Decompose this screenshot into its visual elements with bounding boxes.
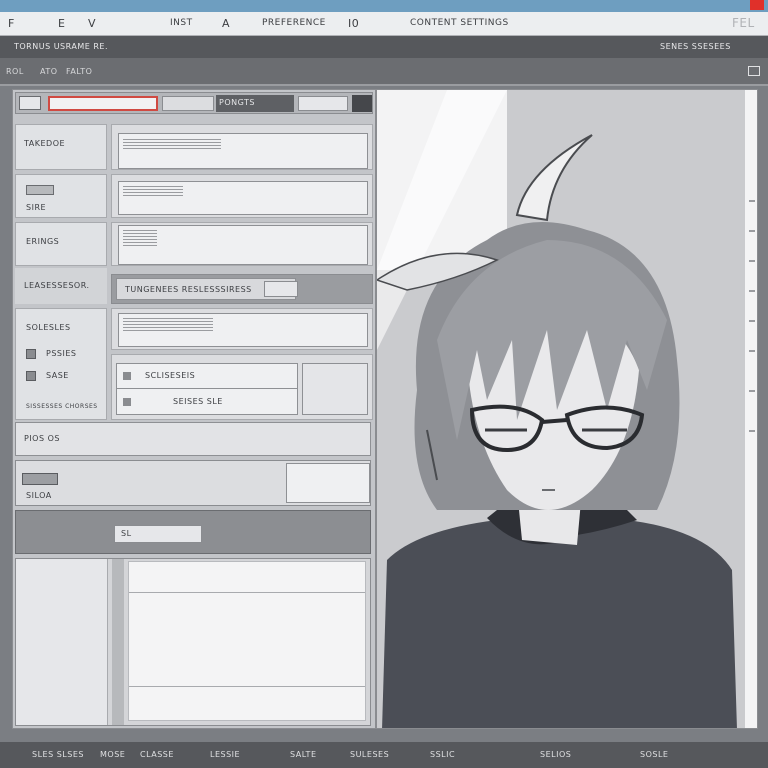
checkbox[interactable] <box>26 371 36 381</box>
image-viewer[interactable] <box>376 89 758 729</box>
document-status: SENES SSESEES <box>660 42 731 51</box>
form-row-label: SIRE <box>15 174 107 218</box>
form-row-field-area <box>111 174 373 218</box>
status-row: SILOA <box>15 460 371 506</box>
status-bar: SLES SLSES MOSE CLASSE LESSIE SALTE SULE… <box>0 742 768 768</box>
menu-item-content-settings[interactable]: CONTENT SETTINGS <box>410 18 509 28</box>
status-item[interactable]: SELIOS <box>540 750 571 759</box>
form-row-label: ERINGS <box>15 222 107 266</box>
field-text-lines <box>123 186 183 198</box>
status-item[interactable]: SLES SLSES <box>32 750 84 759</box>
option-checkbox[interactable] <box>123 372 131 380</box>
window-titlebar <box>0 0 768 12</box>
toolbar: ROL ATO FALTO <box>0 58 768 86</box>
search-input[interactable] <box>48 96 158 111</box>
form-row-label: TAKEDOE <box>15 124 107 170</box>
option-row[interactable]: SEISES SLE <box>117 390 297 415</box>
document-title: TORNUS USRAME RE. <box>14 42 108 51</box>
form-row-field-area <box>111 308 373 350</box>
menu-right-label: FEL <box>732 16 755 30</box>
option-row[interactable]: SCLISESEIS <box>117 364 297 389</box>
field-text-lines <box>123 139 221 151</box>
status-item[interactable]: SOSLE <box>640 750 668 759</box>
character-illustration <box>377 90 757 728</box>
close-button[interactable] <box>750 0 764 10</box>
menu-item-a[interactable]: A <box>222 17 230 30</box>
text-field[interactable] <box>118 181 368 215</box>
menu-bar: F E V INST A PREFERENCE I0 CONTENT SETTI… <box>0 12 768 36</box>
status-item[interactable]: SSLIC <box>430 750 455 759</box>
row-toggle[interactable] <box>26 185 54 195</box>
option-label: SCLISESEIS <box>145 371 196 380</box>
preview-canvas[interactable] <box>128 561 366 721</box>
document-title-strip: TORNUS USRAME RE. SENES SSESEES <box>0 36 768 58</box>
dropdown-button[interactable] <box>264 281 298 297</box>
menu-item-preference[interactable]: PREFERENCE <box>262 18 326 28</box>
text-field[interactable] <box>118 133 368 169</box>
status-item[interactable]: SULESES <box>350 750 389 759</box>
form-row-field-area <box>111 222 373 266</box>
menu-item-edit[interactable]: E <box>58 17 65 30</box>
option-label: SEISES SLE <box>173 397 223 406</box>
toolbar-button[interactable] <box>298 96 348 111</box>
preview-sidebar <box>16 559 108 725</box>
option-checkbox[interactable] <box>123 398 131 406</box>
section-label: PIOS OS <box>24 434 60 443</box>
points-display: PONGTS <box>216 95 294 112</box>
field-label: ERINGS <box>26 237 60 246</box>
strip-button[interactable]: SL <box>114 525 202 543</box>
option-preview <box>302 363 368 415</box>
status-item[interactable]: CLASSE <box>140 750 174 759</box>
group-label: SOLESLES <box>26 323 71 332</box>
points-label: PONGTS <box>219 98 255 107</box>
text-field[interactable] <box>118 313 368 347</box>
expand-icon[interactable] <box>748 66 760 76</box>
form-row-label-group: SOLESLES PSSIES SASE SISSESSES CHORSES <box>15 308 107 420</box>
properties-panel: PONGTS TAKEDOE SIRE ERINGS LEASESSESOR. <box>12 89 376 729</box>
action-strip: SL <box>15 510 371 554</box>
row-sublabel: SIRE <box>26 203 47 212</box>
grid-icon[interactable] <box>19 96 41 110</box>
status-item[interactable]: SALTE <box>290 750 317 759</box>
preview-line <box>129 686 365 687</box>
status-toggle[interactable] <box>22 473 58 485</box>
status-item[interactable]: LESSIE <box>210 750 240 759</box>
text-field[interactable] <box>118 225 368 265</box>
form-row-field-area: TUNGENEES RESLESSSIRESS <box>111 274 373 304</box>
field-label: LEASESSESOR. <box>24 281 90 290</box>
toolbar-dark-button[interactable] <box>352 95 372 112</box>
menu-item-i0[interactable]: I0 <box>348 17 359 30</box>
status-preview <box>286 463 370 503</box>
preview-line <box>129 592 365 593</box>
status-text: SILOA <box>26 491 52 500</box>
group-footnote: SISSESSES CHORSES <box>26 403 98 410</box>
menu-item-view[interactable]: V <box>88 17 96 30</box>
section-header[interactable]: PIOS OS <box>15 422 371 456</box>
menu-item-insert[interactable]: INST <box>170 18 193 28</box>
checkbox-label: PSSIES <box>46 349 77 358</box>
checkbox-label: SASE <box>46 371 69 380</box>
option-list: SCLISESEIS SEISES SLE <box>116 363 298 415</box>
toolbar-item-2[interactable]: ATO <box>40 67 58 76</box>
field-text-lines <box>123 230 157 246</box>
form-row-field-area <box>111 124 373 170</box>
field-text-lines <box>123 318 213 332</box>
preview-divider <box>112 559 124 725</box>
toolbar-item-3[interactable]: FALTO <box>66 67 92 76</box>
option-list-area: SCLISESEIS SEISES SLE <box>111 354 373 420</box>
panel-toolbar: PONGTS <box>15 92 373 114</box>
toolbar-item-1[interactable]: ROL <box>6 67 24 76</box>
status-item[interactable]: MOSE <box>100 750 125 759</box>
checkbox[interactable] <box>26 349 36 359</box>
field-label: TAKEDOE <box>24 139 66 148</box>
form-row-label: LEASESSESOR. <box>15 268 107 304</box>
dropdown-value: TUNGENEES RESLESSSIRESS <box>125 285 252 294</box>
preview-area <box>15 558 371 726</box>
strip-button-label: SL <box>121 529 132 538</box>
menu-item-file[interactable]: F <box>8 17 15 30</box>
toolbar-field[interactable] <box>162 96 214 111</box>
